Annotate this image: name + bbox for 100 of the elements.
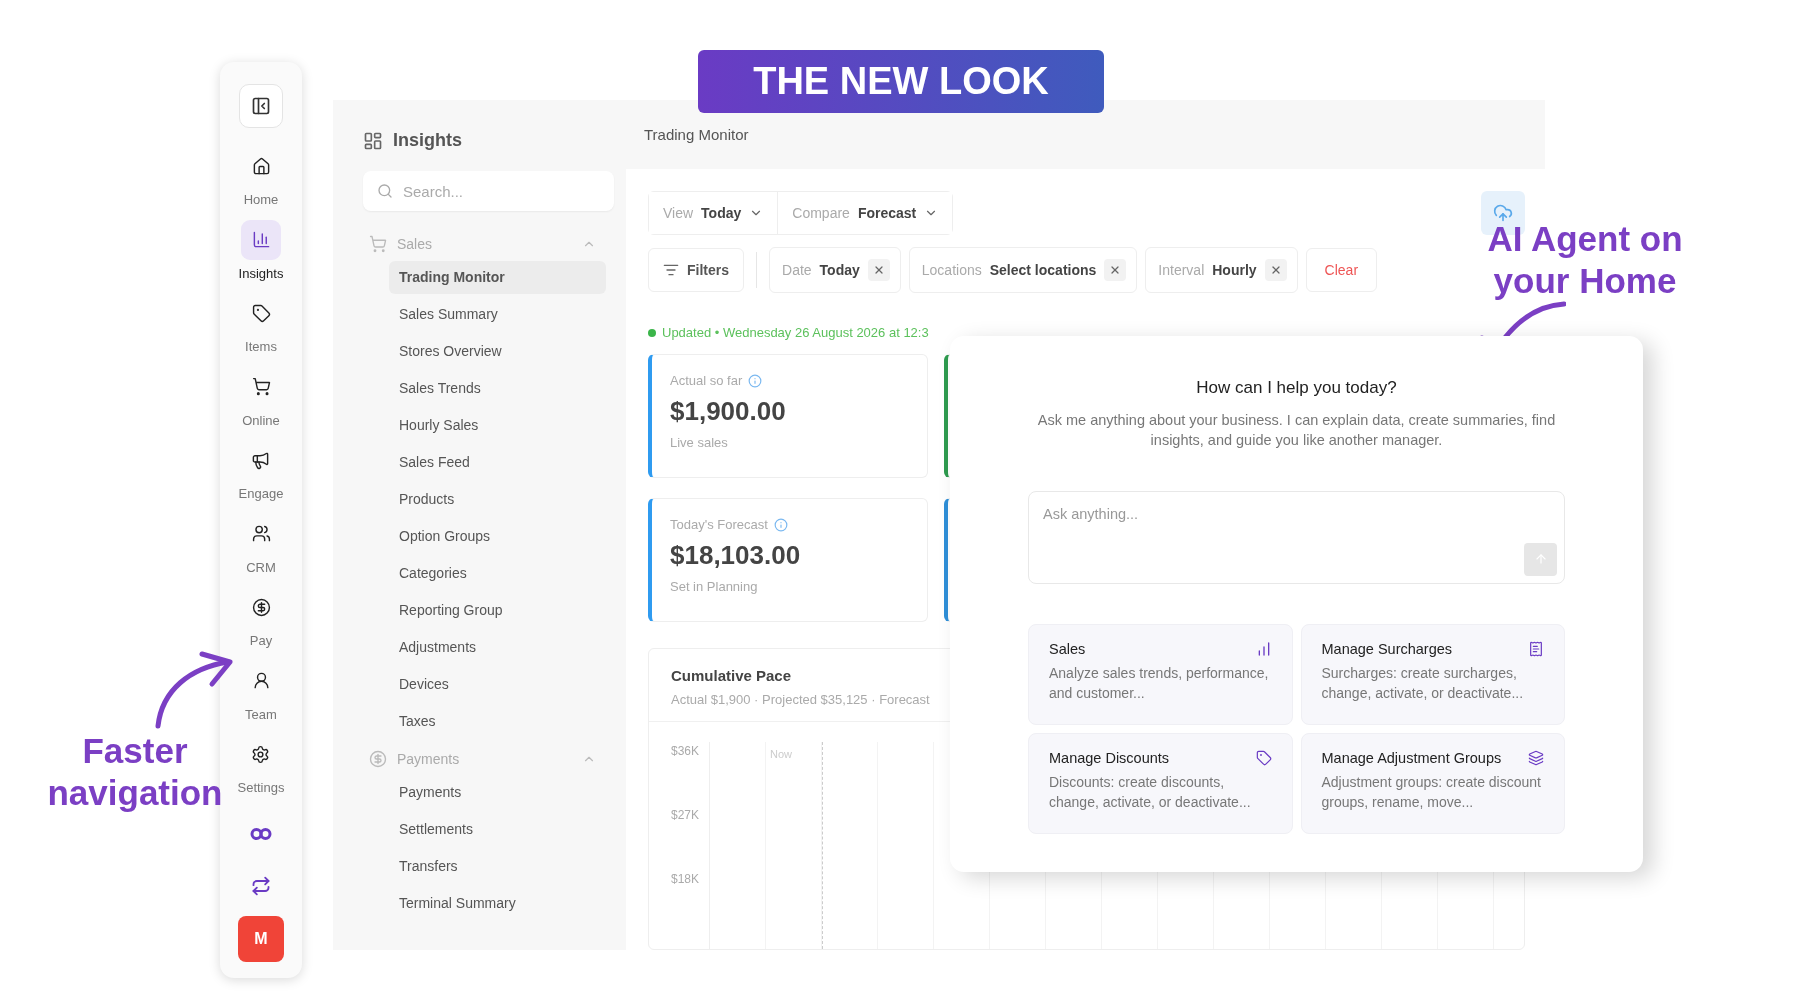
chip-value: Today: [819, 262, 860, 278]
remove-button[interactable]: [1264, 259, 1287, 281]
dollar-icon: [251, 597, 271, 617]
ask-field[interactable]: Ask anything...: [1028, 490, 1565, 584]
filters-button[interactable]: Filters: [648, 248, 744, 292]
nav-rail-item[interactable]: Pay: [241, 587, 281, 661]
cart-icon: [251, 377, 271, 396]
annotation-text: Faster navigation: [46, 730, 224, 814]
layers-icon: [1528, 749, 1544, 766]
search-field[interactable]: Search...: [363, 171, 614, 211]
cart-icon: [369, 235, 387, 253]
stat-note: Set in Planning: [670, 579, 759, 594]
nav-item[interactable]: Sales Trends: [389, 372, 606, 405]
nav-rail-item[interactable]: Insights: [238, 219, 284, 293]
axis-label: $36K: [671, 744, 700, 758]
nav-item[interactable]: Devices: [389, 668, 606, 701]
chip-value: Hourly: [1212, 262, 1257, 278]
dollar-icon: [369, 750, 387, 768]
nav-rail-item[interactable]: Engage: [238, 440, 284, 514]
clear-button[interactable]: Clear: [1305, 248, 1378, 292]
dropdown-button[interactable]: View Today: [649, 192, 779, 234]
chip-label: Date: [782, 262, 812, 278]
axis-label: $18K: [671, 872, 700, 886]
chart-title: Cumulative Pace: [671, 667, 792, 684]
filter-chip[interactable]: Locations Select locations: [908, 247, 1138, 293]
remove-button[interactable]: [1104, 259, 1127, 281]
suggestion-text: Adjustment groups: create discount groups, rename, move...: [1321, 772, 1542, 812]
bar-chart-icon: [251, 230, 271, 249]
assistant-heading: How can I help you today?: [1196, 378, 1397, 398]
nav-item[interactable]: Stores Overview: [389, 335, 606, 368]
nav-item[interactable]: Payments: [389, 776, 606, 809]
repeat-icon: [251, 875, 271, 896]
settings-icon: [251, 744, 271, 764]
suggestion-title: Manage Surcharges: [1321, 640, 1453, 657]
nav-rail-item[interactable]: Settings: [237, 734, 285, 808]
banner-title: THE NEW LOOK: [698, 50, 1104, 113]
suggestion-card[interactable]: Manage Discounts Discounts: create discounts, change, activate, or deactivate...: [1028, 732, 1293, 834]
rings-icon: [250, 826, 272, 841]
nav-item[interactable]: Transfers: [389, 850, 606, 883]
nav-rail-item[interactable]: Team: [241, 660, 281, 734]
assistant-description: Ask me anything about your business. I can explain data, create summaries, find insights, and guide you like another manager.: [1036, 411, 1557, 451]
search-icon: [377, 183, 393, 199]
suggestion-text: Discounts: create discounts, change, activate, or deactivate...: [1049, 772, 1252, 812]
annotation-text: AI Agent on your Home: [1486, 218, 1684, 302]
stat-value: $18,103.00: [670, 540, 802, 571]
nav-item[interactable]: Settlements: [389, 813, 606, 846]
home-icon: [251, 156, 271, 176]
nav-item[interactable]: Taxes: [389, 705, 606, 738]
nav-item[interactable]: Reporting Group: [389, 594, 606, 627]
stat-label: Actual so far: [670, 373, 743, 388]
stat-label: Today's Forecast: [670, 517, 768, 532]
info-icon: [773, 517, 788, 532]
nav-rail-item[interactable]: Home: [241, 146, 281, 220]
group-label: Sales: [397, 236, 434, 252]
suggestion-text: Surcharges: create surcharges, change, activate, or deactivate...: [1321, 663, 1525, 703]
nav-rail-item[interactable]: Items: [241, 293, 281, 367]
nav-item[interactable]: Sales Summary: [389, 298, 606, 331]
remove-button[interactable]: [867, 259, 890, 281]
filter-icon: [663, 262, 679, 278]
nav-item[interactable]: Terminal Summary: [389, 887, 606, 920]
suggestion-card[interactable]: Sales Analyze sales trends, performance, and customer...: [1028, 623, 1293, 725]
chip-label: Locations: [921, 262, 982, 278]
people-icon: [251, 524, 271, 543]
status-dot: [648, 328, 656, 337]
nav-rail-item[interactable]: CRM: [241, 513, 281, 587]
updated-text: Updated • Wednesday 26 August 2026 at 12:3: [662, 325, 929, 340]
suggestion-card[interactable]: Manage Surcharges Surcharges: create surcharges, change, activate, or deactivate...: [1300, 623, 1565, 725]
user-avatar[interactable]: M: [238, 915, 284, 962]
chip-label: Interval: [1158, 262, 1205, 278]
stat-note: Live sales: [670, 435, 729, 450]
nav-item[interactable]: Categories: [389, 557, 606, 590]
person-icon: [251, 671, 271, 690]
nav-item[interactable]: Hourly Sales: [389, 409, 606, 442]
axis-label: $27K: [671, 808, 700, 822]
receipt-icon: [1528, 640, 1544, 657]
arrow-up-icon: [1533, 552, 1548, 567]
panel-title: Insights: [393, 130, 462, 151]
stat-value: $1,900.00: [670, 396, 787, 427]
tag-icon: [251, 303, 271, 323]
sidebar-toggle-icon: [251, 96, 271, 116]
suggestion-card[interactable]: Manage Adjustment Groups Adjustment groups: create discount groups, rename, move...: [1300, 732, 1565, 834]
filter-chip[interactable]: Date Today: [769, 247, 901, 293]
chip-value: Select locations: [989, 262, 1097, 278]
nav-rail-item[interactable]: Online: [241, 366, 281, 440]
nav-item[interactable]: Adjustments: [389, 631, 606, 664]
nav-item[interactable]: Products: [389, 483, 606, 516]
page-title: Trading Monitor: [644, 126, 749, 143]
nav-item[interactable]: Trading Monitor: [389, 261, 606, 294]
filter-chip[interactable]: Interval Hourly: [1145, 247, 1298, 293]
megaphone-icon: [251, 450, 271, 470]
suggestion-title: Manage Adjustment Groups: [1321, 749, 1502, 766]
suggestion-text: Analyze sales trends, performance, and customer...: [1049, 663, 1270, 703]
dashboard-icon: [363, 130, 383, 151]
tag-icon: [1255, 749, 1272, 766]
group-label: Payments: [397, 751, 461, 767]
chart-subtitle: Actual $1,900 · Projected $35,125 · Forecast: [671, 692, 930, 707]
info-icon: [748, 373, 763, 388]
nav-item[interactable]: Option Groups: [389, 520, 606, 553]
collapse-button[interactable]: [239, 84, 283, 128]
nav-item[interactable]: Sales Feed: [389, 446, 606, 479]
